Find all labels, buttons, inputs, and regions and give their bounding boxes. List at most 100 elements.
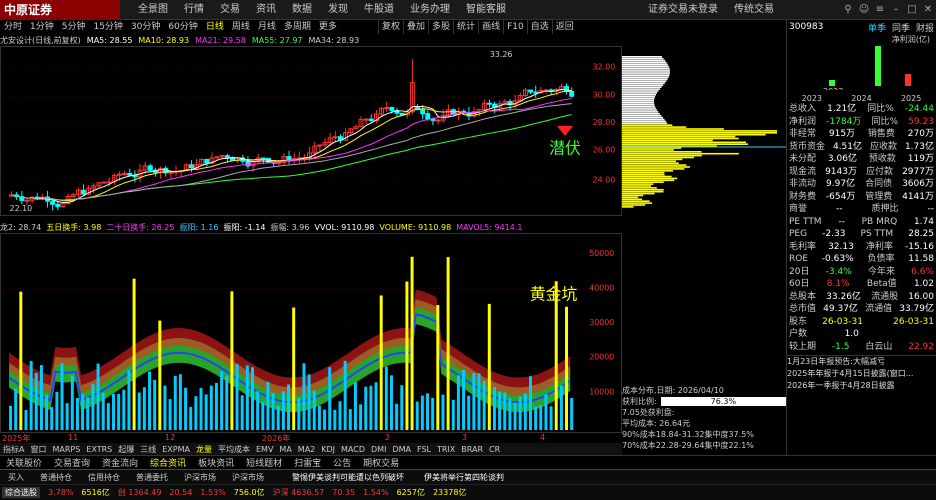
fundamental-row: 非经常 915万 销售费 270万 — [787, 128, 936, 141]
period-tab[interactable]: 多周期 — [280, 20, 315, 34]
indicator-tab[interactable]: BRAR — [458, 445, 486, 454]
menu-item[interactable]: 交易 — [212, 0, 248, 20]
news-item[interactable]: 2025年年报于4月15日披露(窗口... — [787, 368, 936, 380]
quick-action[interactable]: 普通委托 — [128, 472, 176, 483]
toolbar-button[interactable]: 画线 — [478, 20, 503, 34]
quick-action[interactable]: 信用持仓 — [80, 472, 128, 483]
period-tab[interactable]: 分时 — [0, 20, 26, 34]
period-tab[interactable]: 周线 — [228, 20, 254, 34]
quick-action[interactable]: 沪深市场 — [224, 472, 272, 483]
indicator-tab[interactable]: DMI — [368, 445, 389, 454]
indicator-tab[interactable]: 窗口 — [27, 444, 49, 455]
toolbar-button[interactable]: 返回 — [551, 20, 577, 34]
indicator-tab[interactable]: MA — [276, 445, 294, 454]
bottom-tab[interactable]: 资金流向 — [96, 456, 144, 469]
volume-bar — [297, 397, 301, 431]
year-label: 2024 — [851, 93, 872, 103]
combo-pick-tag[interactable]: 综合选股 — [2, 487, 40, 498]
fundamental-row: 现金流 9143万 应付款 2977万 — [787, 166, 936, 179]
period-tab[interactable]: 月线 — [254, 20, 280, 34]
indicator-tab[interactable]: 龙量 — [193, 444, 215, 455]
report-tab[interactable]: 财报 — [916, 21, 934, 34]
indicator-tab[interactable]: TRIX — [434, 445, 458, 454]
toolbar-button[interactable]: 复权 — [378, 20, 403, 34]
period-tab[interactable]: 5分钟 — [58, 20, 90, 34]
volume-bar — [178, 374, 182, 431]
toolbar-button[interactable]: 自选 — [526, 20, 552, 34]
year-labels: 2023 2024 2025 — [787, 93, 936, 103]
menu-item[interactable]: 发现 — [320, 0, 356, 20]
menu-item[interactable]: 智能客服 — [458, 0, 514, 20]
bottom-tab[interactable]: 综合资讯 — [144, 456, 192, 469]
toolbar-button[interactable]: F10 — [503, 20, 527, 34]
close-icon[interactable]: ✕ — [920, 0, 936, 20]
bottom-tab[interactable]: 板块资讯 — [192, 456, 240, 469]
menu-item[interactable]: 牛股道 — [356, 0, 402, 20]
toolbar-button[interactable]: 叠加 — [403, 20, 428, 34]
report-tab[interactable]: 单季 — [868, 21, 886, 34]
cost-bar — [622, 141, 747, 144]
period-tab[interactable]: 15分钟 — [89, 20, 126, 34]
candle-body — [286, 156, 292, 161]
bottom-tab[interactable]: 期权交易 — [357, 456, 405, 469]
indicator-tab[interactable]: EXTRS — [83, 445, 115, 454]
indicator-tab[interactable]: 起爆 — [115, 444, 137, 455]
bottom-tab[interactable]: 公告 — [327, 456, 357, 469]
candlestick-chart[interactable]: 32.00 30.00 28.00 26.00 24.00 33.26 22.10 潜伏 — [0, 46, 622, 216]
account-menu-item[interactable]: 证券交易未登录 — [640, 0, 726, 20]
indicator-tab[interactable]: EXPMA — [159, 445, 193, 454]
indicator-tab[interactable]: KDJ — [318, 445, 338, 454]
menu-item[interactable]: 数据 — [284, 0, 320, 20]
menu-item[interactable]: 业务办理 — [402, 0, 458, 20]
period-tab[interactable]: 1分钟 — [26, 20, 58, 34]
news-item[interactable]: 1月23日年报预告:大幅减亏 — [787, 356, 936, 368]
menu-icon[interactable]: ≡ — [872, 0, 888, 20]
report-tab[interactable]: 同季 — [892, 21, 910, 34]
row-value: -654万 — [825, 191, 856, 202]
volume-indicator-chart[interactable]: 50000 40000 30000 20000 10000 黄金坑 — [0, 233, 622, 433]
bottom-tab[interactable]: 扫雷宝 — [288, 456, 327, 469]
indicator-tab[interactable]: MA2 — [295, 445, 318, 454]
cost-bar — [622, 158, 683, 161]
volume-bar — [240, 395, 244, 431]
quick-action[interactable]: 普通持仓 — [32, 472, 80, 483]
period-tab[interactable]: 30分钟 — [127, 20, 164, 34]
row-value: 4.51亿 — [832, 141, 863, 152]
row-value-2: 1.02 — [913, 279, 934, 289]
menu-item[interactable]: 行情 — [176, 0, 212, 20]
indicator-tab[interactable]: EMV — [253, 445, 276, 454]
period-tab[interactable]: 更多 — [315, 20, 341, 34]
toolbar-button[interactable]: 统计 — [453, 20, 478, 34]
search-icon[interactable]: ⚲ — [840, 0, 856, 20]
bottom-tab[interactable]: 短线题材 — [240, 456, 288, 469]
quick-action[interactable]: 沪深市场 — [176, 472, 224, 483]
menu-item[interactable]: 资讯 — [248, 0, 284, 20]
indicator-tab[interactable]: 三线 — [137, 444, 159, 455]
indicator-tab[interactable]: 平均成本 — [215, 444, 253, 455]
quick-action[interactable]: 买入 — [0, 472, 32, 483]
bottom-tab[interactable]: 交易查询 — [48, 456, 96, 469]
volume-bar — [503, 392, 507, 431]
toolbar-button[interactable]: 多股 — [428, 20, 453, 34]
bottom-tab[interactable]: 关联股价 — [0, 456, 48, 469]
indicator-tab[interactable]: FSL — [414, 445, 434, 454]
news-ticker[interactable]: 警惕伊美谈判可能遭以色列破坏 — [292, 472, 404, 483]
period-tab[interactable]: 日线 — [202, 20, 228, 34]
maximize-icon[interactable]: □ — [904, 0, 920, 20]
volume-bar — [441, 394, 445, 431]
menu-item[interactable]: 全景图 — [130, 0, 176, 20]
cost-bar — [622, 183, 654, 185]
minimize-icon[interactable]: – — [888, 0, 904, 20]
account-menu-item[interactable]: 传统交易 — [726, 0, 782, 20]
indicator-tab[interactable]: DMA — [389, 445, 414, 454]
user-icon[interactable]: ☺ — [856, 0, 872, 20]
news-ticker-2[interactable]: 伊美将举行第四轮谈判 — [424, 472, 504, 483]
news-item[interactable]: 2026年一季报于4月28日披露 — [787, 380, 936, 392]
indicator-tab[interactable]: MARPS — [49, 445, 83, 454]
indicator-tab[interactable]: 指标A — [0, 444, 27, 455]
cost-title: 成本分布,日期: 2026/04/10 — [622, 386, 724, 395]
indicator-tab[interactable]: CR — [486, 445, 503, 454]
cost-bar — [622, 111, 659, 113]
indicator-tab[interactable]: MACD — [338, 445, 368, 454]
period-tab[interactable]: 60分钟 — [164, 20, 201, 34]
